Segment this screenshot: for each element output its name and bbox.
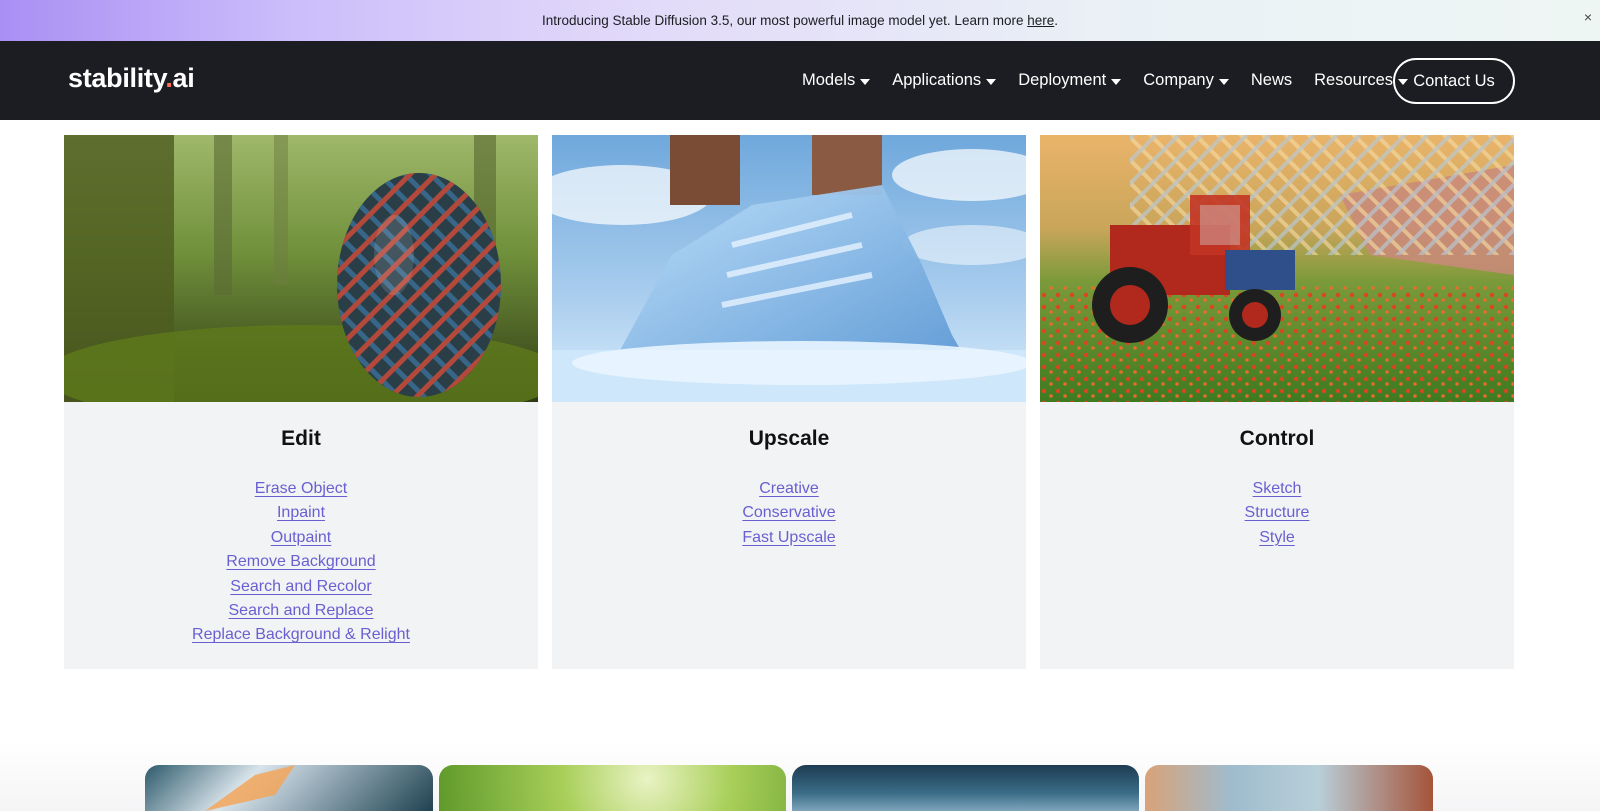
link-replace-background-relight[interactable]: Replace Background & Relight bbox=[192, 623, 410, 647]
link-outpaint[interactable]: Outpaint bbox=[271, 526, 331, 550]
card-title: Upscale bbox=[748, 427, 830, 450]
menu-item-models[interactable]: Models bbox=[802, 71, 871, 90]
card-title: Edit bbox=[281, 427, 321, 450]
link-sketch[interactable]: Sketch bbox=[1253, 477, 1302, 501]
upscale-image bbox=[552, 135, 1026, 402]
preview-image-water[interactable] bbox=[792, 765, 1139, 811]
link-search-and-recolor[interactable]: Search and Recolor bbox=[230, 575, 371, 599]
card-upscale: Upscale Creative Conservative Fast Upsca… bbox=[552, 135, 1026, 669]
menu-item-applications[interactable]: Applications bbox=[892, 71, 997, 90]
top-navigation: stability.ai Models Applications Deploym… bbox=[0, 41, 1600, 120]
link-inpaint[interactable]: Inpaint bbox=[277, 501, 325, 525]
menu-item-news[interactable]: News bbox=[1251, 71, 1292, 90]
link-structure[interactable]: Structure bbox=[1245, 501, 1310, 525]
logo-dot: . bbox=[165, 63, 173, 93]
link-list: Sketch Structure Style bbox=[1040, 477, 1514, 550]
caret-down-icon bbox=[986, 78, 997, 85]
link-list: Creative Conservative Fast Upscale bbox=[552, 477, 1026, 550]
link-style[interactable]: Style bbox=[1259, 526, 1295, 550]
bottom-image-strip bbox=[0, 765, 1600, 811]
announcement-banner: Introducing Stable Diffusion 3.5, our mo… bbox=[0, 0, 1600, 41]
card-edit: Edit Erase Object Inpaint Outpaint Remov… bbox=[64, 135, 538, 669]
caret-down-icon bbox=[1218, 78, 1229, 85]
preview-image-bokeh[interactable] bbox=[439, 765, 786, 811]
caret-down-icon bbox=[860, 78, 871, 85]
banner-text: Introducing Stable Diffusion 3.5, our mo… bbox=[541, 13, 1059, 28]
card-control: Control Sketch Structure Style bbox=[1040, 135, 1514, 669]
contact-us-button[interactable]: Contact Us bbox=[1393, 58, 1515, 104]
close-icon[interactable]: × bbox=[1584, 10, 1592, 24]
link-remove-background[interactable]: Remove Background bbox=[226, 550, 375, 574]
control-image bbox=[1040, 135, 1514, 402]
menu-item-deployment[interactable]: Deployment bbox=[1018, 71, 1122, 90]
menu-item-company[interactable]: Company bbox=[1143, 71, 1229, 90]
link-erase-object[interactable]: Erase Object bbox=[255, 477, 347, 501]
link-search-and-replace[interactable]: Search and Replace bbox=[229, 599, 374, 623]
link-conservative[interactable]: Conservative bbox=[742, 501, 835, 525]
logo[interactable]: stability.ai bbox=[68, 63, 195, 94]
preview-image-bird[interactable] bbox=[145, 765, 433, 811]
link-fast-upscale[interactable]: Fast Upscale bbox=[742, 526, 835, 550]
link-creative[interactable]: Creative bbox=[759, 477, 819, 501]
main-menu: Models Applications Deployment Company N… bbox=[802, 41, 1408, 120]
preview-image-city[interactable] bbox=[1145, 765, 1433, 811]
edit-image bbox=[64, 135, 538, 402]
banner-learn-more-link[interactable]: here bbox=[1027, 13, 1054, 28]
link-list: Erase Object Inpaint Outpaint Remove Bac… bbox=[64, 477, 538, 648]
card-title: Control bbox=[1239, 427, 1315, 450]
caret-down-icon bbox=[1111, 78, 1122, 85]
